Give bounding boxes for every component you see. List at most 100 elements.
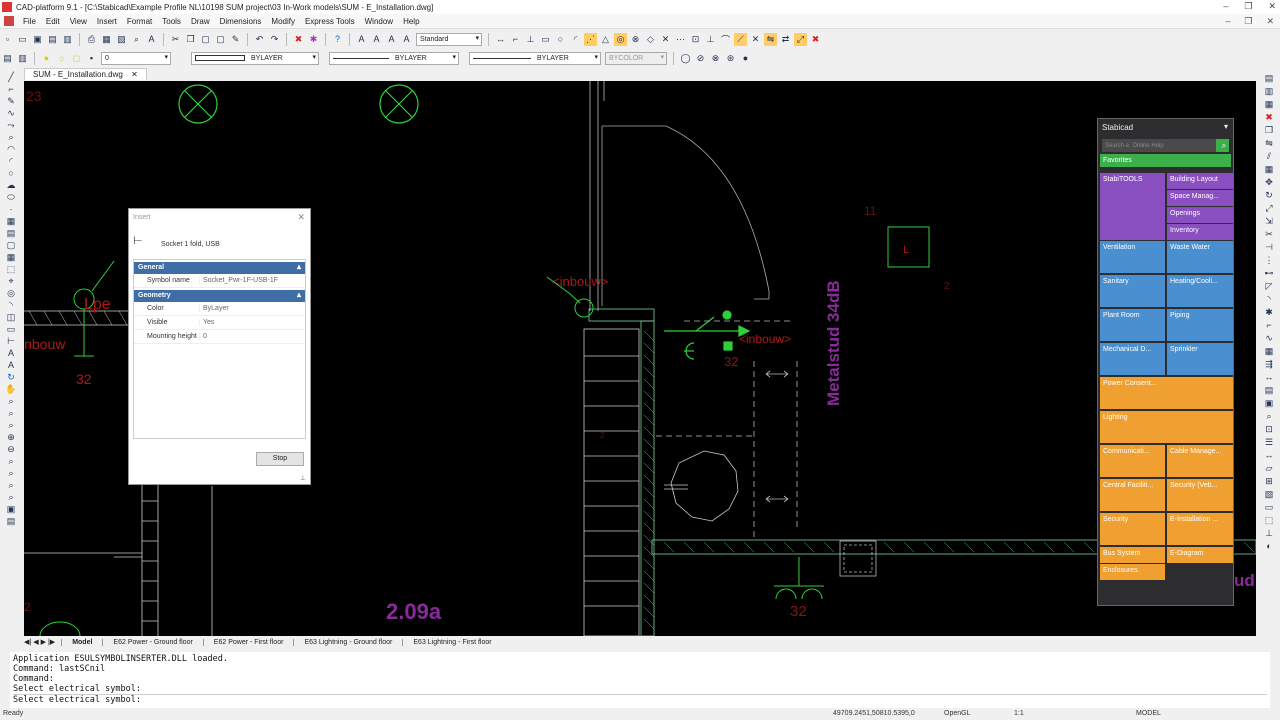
print-icon[interactable]: ⎙ bbox=[85, 33, 98, 46]
mtext-icon[interactable]: A bbox=[370, 33, 383, 46]
tab-e62-ground[interactable]: E62 Power - Ground floor bbox=[102, 638, 202, 646]
document-tab[interactable]: SUM - E_Installation.dwg ✕ bbox=[24, 68, 147, 80]
stabicad-tile[interactable]: Communicati... bbox=[1100, 445, 1165, 477]
stabicad-tile[interactable]: Space Manag... bbox=[1167, 190, 1233, 206]
minimize-button[interactable]: – bbox=[1223, 1, 1228, 12]
snap-tangent-icon[interactable]: ⌒ bbox=[719, 33, 732, 46]
xref-icon[interactable]: ⊞ bbox=[1262, 476, 1276, 486]
block-editor-icon[interactable]: ⬚ bbox=[1262, 515, 1276, 525]
publish-icon[interactable]: ▧ bbox=[115, 33, 128, 46]
paste-special-icon[interactable]: ▢ bbox=[214, 33, 227, 46]
arc-icon[interactable]: ◜ bbox=[569, 33, 582, 46]
menu-express-tools[interactable]: Express Tools bbox=[300, 17, 360, 26]
area-icon[interactable]: ▱ bbox=[1262, 463, 1276, 473]
match-properties-icon[interactable]: ✎ bbox=[229, 33, 242, 46]
stabicad-tile[interactable]: Plant Room bbox=[1100, 309, 1165, 341]
stabicad-tile[interactable]: Security (Veb... bbox=[1167, 479, 1233, 511]
find-icon[interactable]: ⌕ bbox=[130, 33, 143, 46]
break-icon[interactable]: ⋮ bbox=[1262, 255, 1276, 265]
menu-window[interactable]: Window bbox=[360, 17, 398, 26]
zoom-scale-icon[interactable]: ⌕ bbox=[4, 492, 18, 502]
status-opengl[interactable]: OpenGL bbox=[944, 710, 970, 717]
render-icon[interactable]: ◐ bbox=[1262, 541, 1276, 551]
save-as-icon[interactable]: ▤ bbox=[46, 33, 59, 46]
extend-icon[interactable]: ⊣ bbox=[1262, 242, 1276, 252]
arc-icon[interactable]: ◠ bbox=[4, 144, 18, 154]
mtext-icon[interactable]: A bbox=[4, 360, 18, 370]
color-dropdown[interactable]: BYLAYER ▾ bbox=[191, 51, 319, 65]
list-icon[interactable]: ☰ bbox=[1262, 437, 1276, 447]
copy-object-icon[interactable]: ❐ bbox=[1262, 125, 1276, 135]
find-object-icon[interactable]: ⌕ bbox=[1262, 411, 1276, 421]
dimension-icon[interactable]: ⊢ bbox=[4, 336, 18, 346]
text-style-dropdown[interactable]: Standard ▾ bbox=[416, 32, 482, 46]
menu-file[interactable]: File bbox=[18, 17, 41, 26]
stabicad-tile[interactable]: E-Diagram bbox=[1167, 547, 1233, 563]
sheet-set-icon[interactable]: ▥ bbox=[61, 33, 74, 46]
shade-wire-icon[interactable]: ◯ bbox=[679, 52, 692, 65]
help-icon[interactable]: ? bbox=[331, 33, 344, 46]
collapse-icon[interactable]: ▴ bbox=[297, 290, 301, 299]
stabicad-tile[interactable]: Ventilation bbox=[1100, 241, 1165, 273]
construction-line-icon[interactable]: ⊥ bbox=[524, 33, 537, 46]
stabicad-tile[interactable]: Sanitary bbox=[1100, 275, 1165, 307]
stop-button[interactable]: Stop bbox=[256, 452, 304, 466]
distance-icon[interactable]: ↔ bbox=[1262, 450, 1276, 460]
text-icon[interactable]: A bbox=[4, 348, 18, 358]
trim-icon[interactable]: ✂ bbox=[1262, 229, 1276, 239]
layer-lock-icon[interactable]: ◻ bbox=[70, 52, 83, 65]
command-prompt[interactable]: Select electrical symbol: bbox=[13, 694, 1267, 705]
collapse-icon[interactable]: ▴ bbox=[297, 262, 301, 271]
polyline-icon[interactable]: ⌐ bbox=[509, 33, 522, 46]
close-icon[interactable]: ✕ bbox=[131, 70, 138, 79]
group-geometry[interactable]: Geometry ▴ bbox=[134, 290, 305, 302]
zoom-dynamic-icon[interactable]: ⌕ bbox=[4, 480, 18, 490]
stabicad-tile[interactable]: Lighting bbox=[1100, 411, 1233, 443]
tab-model[interactable]: Model bbox=[61, 638, 102, 646]
stabicad-tile[interactable]: Bus System bbox=[1100, 547, 1165, 563]
boundary-icon[interactable]: ◫ bbox=[4, 312, 18, 322]
menu-view[interactable]: View bbox=[65, 17, 92, 26]
close-window-button[interactable]: ✕ bbox=[1268, 1, 1276, 12]
table-icon[interactable]: ▦ bbox=[4, 252, 18, 262]
zoom-all-icon[interactable]: ⌕ bbox=[4, 456, 18, 466]
text-icon[interactable]: A bbox=[355, 33, 368, 46]
property-value[interactable]: Socket_Pwr-1F-USB-1F bbox=[199, 277, 305, 284]
favorites-bar[interactable]: Favorites bbox=[1100, 154, 1231, 167]
stretch-icon[interactable]: ⇲ bbox=[1262, 216, 1276, 226]
revision-cloud-icon[interactable]: ☁ bbox=[4, 180, 18, 190]
linetype-dropdown[interactable]: BYLAYER ▾ bbox=[329, 51, 459, 65]
offset-icon[interactable]: ⫽ bbox=[1262, 151, 1276, 161]
menu-modify[interactable]: Modify bbox=[266, 17, 300, 26]
stabicad-tile[interactable]: Cable Manage... bbox=[1167, 445, 1233, 477]
stabicad-tile[interactable]: Central Faciliti... bbox=[1100, 479, 1165, 511]
zoom-window-icon[interactable]: ⌕ bbox=[4, 132, 18, 142]
menu-tools[interactable]: Tools bbox=[157, 17, 186, 26]
pencil-icon[interactable]: ✎ bbox=[4, 96, 18, 106]
open-icon[interactable]: ▭ bbox=[16, 33, 29, 46]
layer-manager-icon[interactable]: ▤ bbox=[1, 52, 14, 65]
erase-icon[interactable]: ✖ bbox=[1262, 112, 1276, 122]
zoom-out-icon[interactable]: ⊖ bbox=[4, 444, 18, 454]
layer-dropdown[interactable]: 0 ▾ bbox=[101, 51, 171, 65]
regen-icon[interactable]: ↻ bbox=[4, 372, 18, 382]
doc-restore-button[interactable]: ❐ bbox=[1244, 16, 1252, 27]
stabicad-tile[interactable]: Building Layout bbox=[1167, 173, 1233, 189]
polyline-icon[interactable]: ⌐ bbox=[4, 84, 18, 94]
property-row[interactable]: Color ByLayer bbox=[134, 302, 305, 316]
stabicad-tile[interactable]: Power Consent... bbox=[1100, 377, 1233, 409]
snap-endpoint-icon[interactable]: ⋰ bbox=[584, 32, 597, 46]
spline-icon[interactable]: ∿ bbox=[4, 108, 18, 118]
property-row[interactable]: Symbol name Socket_Pwr-1F-USB-1F bbox=[134, 274, 305, 288]
snap-node-icon[interactable]: ⊗ bbox=[629, 33, 642, 46]
snap-midpoint-icon[interactable]: △ bbox=[599, 33, 612, 46]
redo-icon[interactable]: ↷ bbox=[268, 33, 281, 46]
snap-insertion-icon[interactable]: ⊡ bbox=[689, 33, 702, 46]
block-icon[interactable]: ⬚ bbox=[4, 264, 18, 274]
ucs-icon[interactable]: ⊥ bbox=[1262, 528, 1276, 538]
menu-edit[interactable]: Edit bbox=[41, 17, 65, 26]
search-input[interactable]: Search e. Online Help bbox=[1102, 143, 1164, 149]
ellipse-arc-icon[interactable]: ◜ bbox=[4, 156, 18, 166]
edit-polyline-icon[interactable]: ⌐ bbox=[1262, 320, 1276, 330]
snap-perpendicular-icon[interactable]: ⊥ bbox=[704, 33, 717, 46]
